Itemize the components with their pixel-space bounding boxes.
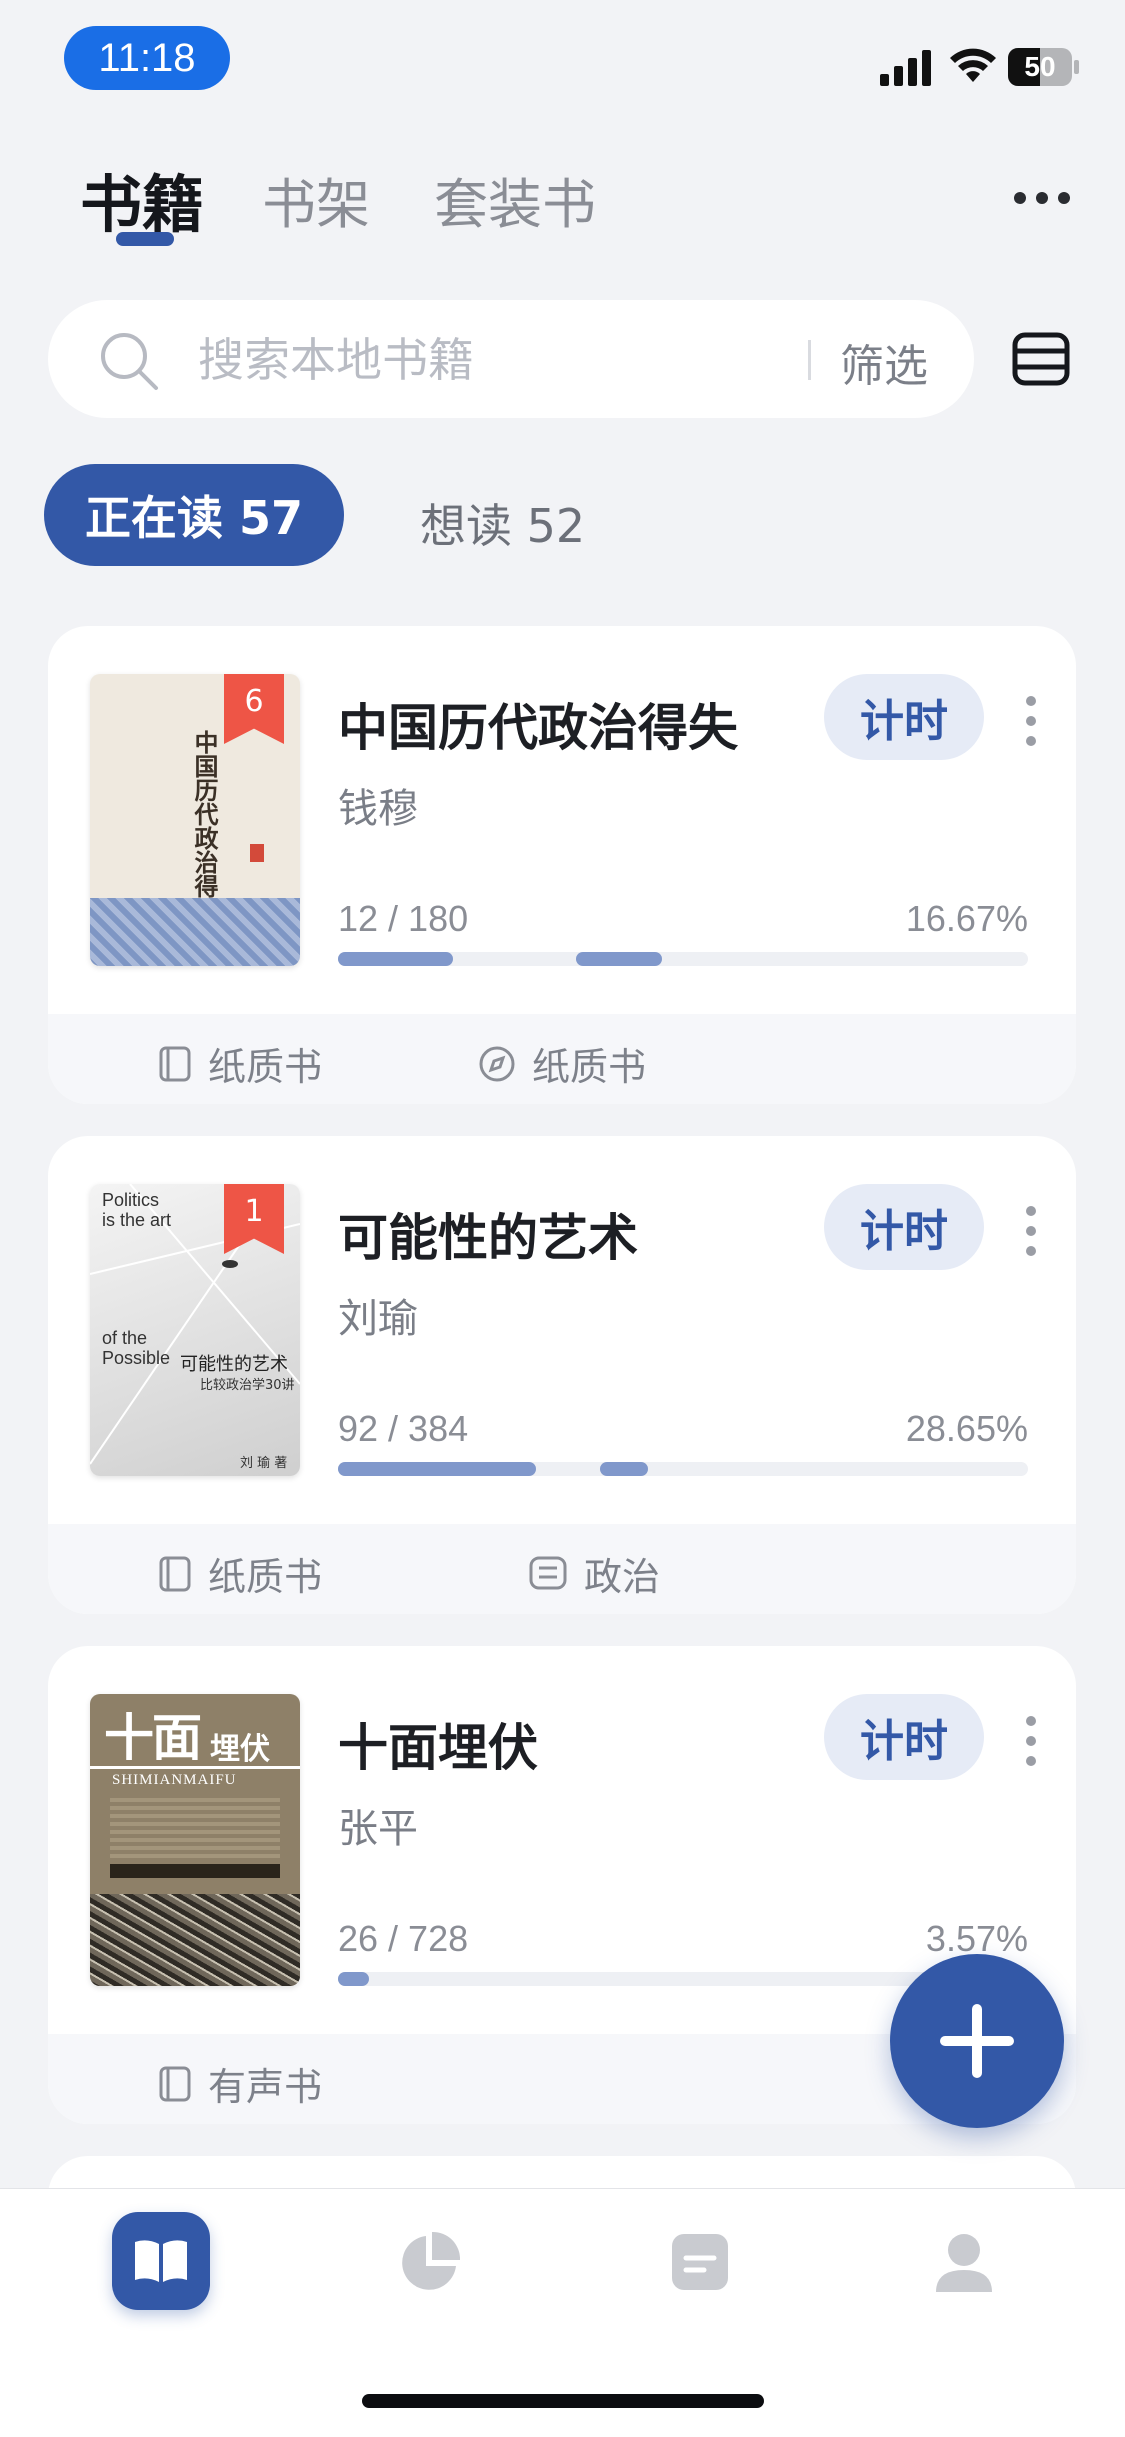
book-author: 刘瑜 xyxy=(338,1296,418,1342)
page-progress: 12 / 180 xyxy=(338,898,469,939)
book-card[interactable]: Politics is the art of the Possible 可能性的… xyxy=(48,1136,1076,1614)
home-indicator xyxy=(362,2394,764,2408)
segment-reading[interactable]: 正在读 57 xyxy=(44,464,344,566)
search-icon xyxy=(101,333,158,390)
progress-fill xyxy=(338,952,454,966)
compass-icon xyxy=(479,1046,515,1081)
search-input[interactable] xyxy=(198,328,758,392)
add-book-button[interactable] xyxy=(890,1954,1064,2128)
card-tags: 纸质书 政治 xyxy=(48,1524,1076,1614)
progress-percent: 28.65% xyxy=(905,1408,1028,1449)
progress-bar xyxy=(338,952,1028,966)
tag-item[interactable]: 纸质书 xyxy=(158,1546,322,1601)
nav-books[interactable] xyxy=(112,2212,210,2310)
pie-chart-icon[interactable] xyxy=(396,2228,464,2296)
note-icon[interactable] xyxy=(666,2228,734,2296)
tag-label: 纸质书 xyxy=(208,1555,323,1599)
more-vertical-icon[interactable] xyxy=(1026,1716,1038,1766)
tab-active-indicator xyxy=(116,232,174,246)
bookmark-badge: 6 xyxy=(224,674,284,744)
tag-item[interactable]: 纸质书 xyxy=(158,1036,322,1091)
book-cover: Politics is the art of the Possible 可能性的… xyxy=(90,1184,300,1476)
timer-button[interactable]: 计时 xyxy=(824,674,984,760)
filter-button[interactable]: 筛选 xyxy=(840,330,928,394)
page-progress: 26 / 728 xyxy=(338,1918,469,1959)
timer-button[interactable]: 计时 xyxy=(824,1184,984,1270)
list-layout-icon[interactable] xyxy=(1012,332,1070,386)
timer-button[interactable]: 计时 xyxy=(824,1694,984,1780)
tag-label: 纸质书 xyxy=(208,1045,323,1089)
book-icon xyxy=(159,1556,191,1591)
battery-level: 50 xyxy=(1024,51,1056,82)
tag-item[interactable]: 有声书 xyxy=(158,2056,322,2111)
more-vertical-icon[interactable] xyxy=(1026,696,1038,746)
tag-label: 纸质书 xyxy=(532,1045,647,1089)
battery-icon: 50 xyxy=(1008,48,1080,86)
tab-books[interactable]: 书籍 xyxy=(80,154,204,244)
search-divider xyxy=(808,340,811,380)
tab-bookshelf[interactable]: 书架 xyxy=(262,160,370,239)
open-book-icon xyxy=(135,2240,187,2282)
tag-label: 有声书 xyxy=(208,2065,323,2109)
progress-marker xyxy=(576,952,662,966)
book-title: 十面埋伏 xyxy=(338,1719,538,1777)
page-progress: 92 / 384 xyxy=(338,1408,469,1449)
category-icon xyxy=(529,1556,567,1589)
progress-marker xyxy=(600,1462,648,1476)
book-icon xyxy=(159,1046,191,1081)
user-icon[interactable] xyxy=(930,2228,998,2296)
book-author: 张平 xyxy=(338,1806,418,1852)
progress-percent: 16.67% xyxy=(905,898,1028,939)
tag-item[interactable]: 纸质书 xyxy=(478,1036,646,1091)
card-tags: 纸质书 纸质书 xyxy=(48,1014,1076,1104)
tag-label: 政治 xyxy=(584,1555,661,1599)
tag-item[interactable]: 政治 xyxy=(528,1546,660,1601)
wifi-icon xyxy=(950,48,996,82)
book-icon xyxy=(159,2066,191,2101)
segment-want-to-read[interactable]: 想读 52 xyxy=(420,490,585,556)
book-title: 可能性的艺术 xyxy=(338,1209,638,1267)
book-card[interactable]: 中国历代政治得失 6 中国历代政治得失 钱穆 计时 12 / 180 16.67… xyxy=(48,626,1076,1104)
book-title: 中国历代政治得失 xyxy=(338,699,738,757)
more-vertical-icon[interactable] xyxy=(1026,1206,1038,1256)
status-time: 11:18 xyxy=(64,26,230,90)
tab-book-sets[interactable]: 套装书 xyxy=(434,160,596,239)
plus-icon xyxy=(940,2004,1014,2078)
progress-bar xyxy=(338,1462,1028,1476)
book-author: 钱穆 xyxy=(338,786,418,832)
cover-title: 中国历代政治得失 xyxy=(190,730,219,922)
book-cover: 中国历代政治得失 6 xyxy=(90,674,300,966)
book-cover: 十面 埋伏 SHIMIANMAIFU xyxy=(90,1694,300,1986)
cellular-signal-icon xyxy=(880,50,931,86)
progress-fill xyxy=(338,1462,536,1476)
progress-fill xyxy=(338,1972,370,1986)
more-horizontal-icon[interactable] xyxy=(1014,192,1070,206)
